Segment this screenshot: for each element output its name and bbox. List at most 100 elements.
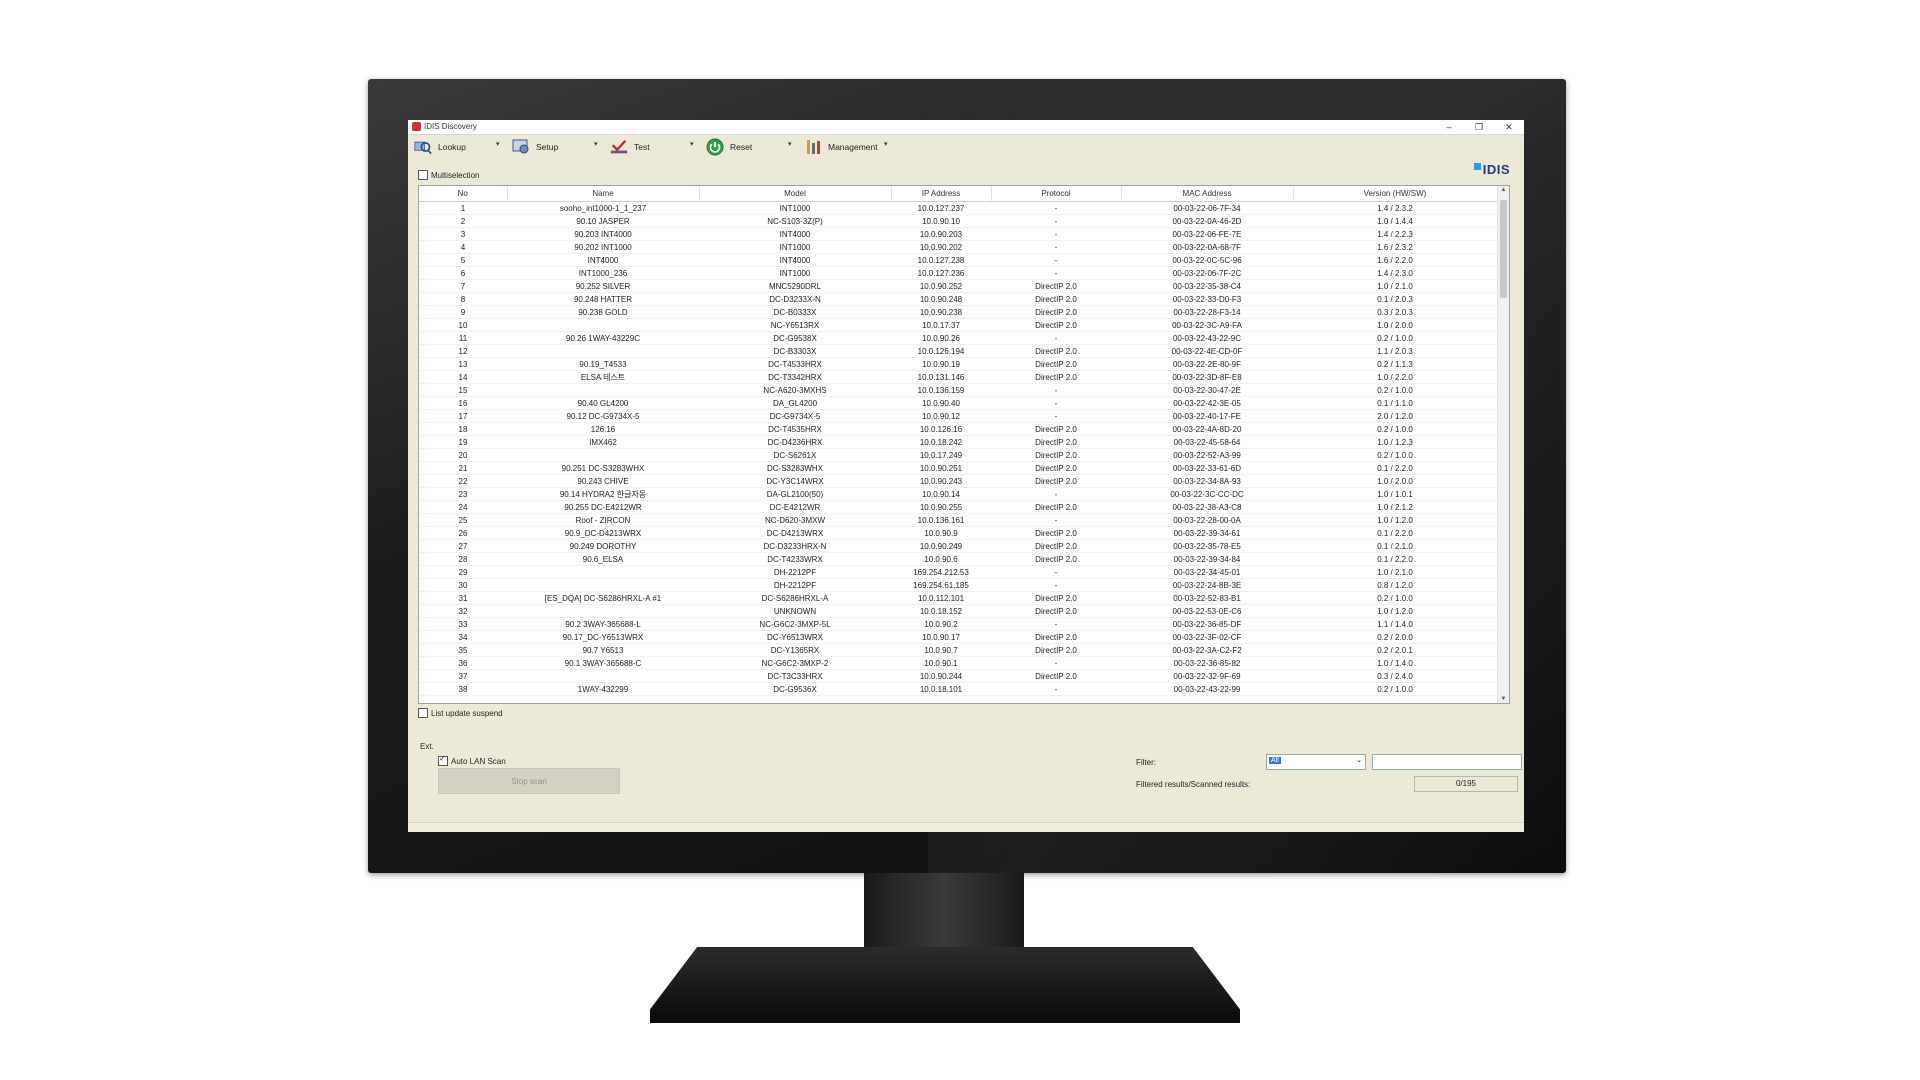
table-row[interactable]: 36 90.1 3WAY-365688-C NC-G6C2-3MXP-2 10.0.9… — [419, 656, 1497, 670]
cell-model: INT1000 — [699, 201, 891, 215]
table-row[interactable]: 12 DC-B3303X 10.0.126.194 DirectIP 2.0 00-03… — [419, 344, 1497, 358]
management-button[interactable]: Management — [804, 137, 878, 157]
table-row[interactable]: 32 UNKNOWN 10.0.18.152 DirectIP 2.0 00-03-22… — [419, 604, 1497, 618]
cell-name: 90.12 DC-G9734X-5 — [507, 409, 699, 423]
table-row[interactable]: 17 90.12 DC-G9734X-5 DC-G9734X-5 10.0.90.12… — [419, 409, 1497, 423]
management-dropdown-icon[interactable]: ▾ — [884, 140, 888, 148]
table-row[interactable]: 18 126.16 DC-T4535HRX 10.0.126.16 DirectIP 2… — [419, 422, 1497, 436]
table-row[interactable]: 14 ELSA 테스트 DC-T3342HRX 10.0.131.146 DirectI… — [419, 370, 1497, 384]
table-row[interactable]: 19 IMX462 DC-D4236HRX 10.0.18.242 DirectIP 2… — [419, 435, 1497, 449]
table-row[interactable]: 26 90.9_DC-D4213WRX DC-D4213WRX 10.0.90.9 Di… — [419, 526, 1497, 540]
cell-no: 15 — [419, 383, 507, 397]
column-header-protocol[interactable]: Protocol — [991, 186, 1122, 202]
table-row[interactable]: 29 DH-2212PF 169.254.212.53-00-03-22-34-45… — [419, 565, 1497, 579]
table-row[interactable]: 16 90.40 GL4200 DA_GL4200 10.0.90.40-00-03-… — [419, 396, 1497, 410]
column-header-model[interactable]: Model — [699, 186, 892, 202]
table-row[interactable]: 6 INT1000_236 INT1000 10.0.127.236-00-03-22… — [419, 266, 1497, 280]
setup-dropdown-icon[interactable]: ▾ — [594, 140, 598, 148]
table-row[interactable]: 31 [ES_DQA] DC-S6286HRXL-A #1 DC-S6286HRXL… — [419, 591, 1497, 605]
multiselection-checkbox[interactable]: Multiselection — [418, 170, 479, 180]
filter-text-input[interactable] — [1372, 754, 1522, 770]
cell-name — [507, 448, 699, 462]
table-row[interactable]: 3 90.203 INT4000 INT4000 10.0.90.203-00-03-… — [419, 227, 1497, 241]
scroll-down-icon[interactable]: ▼ — [1498, 696, 1509, 702]
table-row[interactable]: 13 90.19_T4533 DC-T4533HRX 10.0.90.19 Direct… — [419, 357, 1497, 371]
reset-dropdown-icon[interactable]: ▾ — [788, 140, 792, 148]
table-row[interactable]: 35 90.7 Y6513 DC-Y1365RX 10.0.90.7 DirectIP … — [419, 643, 1497, 657]
checkbox-box[interactable] — [438, 754, 448, 766]
table-row[interactable]: 28 90.6_ELSA DC-T4233WRX 10.0.90.6 DirectIP … — [419, 552, 1497, 566]
table-row[interactable]: 37 DC-T3C33HRX 10.0.90.244 DirectIP 2.0 00-0… — [419, 669, 1497, 683]
app-icon — [412, 122, 421, 131]
cell-name — [507, 604, 699, 618]
cell-no: 14 — [419, 370, 507, 384]
cell-protocol: DirectIP 2.0 — [991, 305, 1121, 319]
table-row[interactable]: 7 90.252 SILVER MNC5290DRL 10.0.90.252 Direc… — [419, 279, 1497, 293]
cell-mac-address: 00-03-22-35-38-C4 — [1121, 279, 1293, 293]
lookup-button[interactable]: Lookup — [414, 137, 466, 157]
test-dropdown-icon[interactable]: ▾ — [690, 140, 694, 148]
stop-scan-button[interactable]: Stop scan — [438, 768, 620, 794]
cell-version: 0.2 / 2.0.1 — [1293, 643, 1497, 657]
minimize-button[interactable]: – — [1434, 120, 1464, 134]
close-button[interactable]: ✕ — [1494, 120, 1524, 134]
list-update-suspend-checkbox[interactable]: List update suspend — [418, 708, 503, 718]
column-header-ip-address[interactable]: IP Address — [891, 186, 992, 202]
table-row[interactable]: 24 90.255 DC-E4212WR DC-E4212WR 10.0.90.255… — [419, 500, 1497, 514]
column-header-mac-address[interactable]: MAC Address — [1121, 186, 1294, 202]
table-row[interactable]: 9 90.238 GOLD DC-B0333X 10.0.90.238 DirectIP… — [419, 305, 1497, 319]
cell-mac-address: 00-03-22-39-34-84 — [1121, 552, 1293, 566]
restore-button[interactable]: ❐ — [1464, 120, 1494, 134]
table-row[interactable]: 20 DC-S6261X 10.0.17.249 DirectIP 2.0 00-03-… — [419, 448, 1497, 462]
table-row[interactable]: 5 INT4000 INT4000 10.0.127.238-00-03-22-0C-… — [419, 253, 1497, 267]
table-row[interactable]: 25 Roof - ZIRCON NC-D620-3MXW 10.0.136.161-… — [419, 513, 1497, 527]
checkbox-box[interactable] — [418, 708, 428, 718]
cell-name — [507, 669, 699, 683]
table-row[interactable]: 8 90.248 HATTER DC-D3233X-N 10.0.90.248 Dire… — [419, 292, 1497, 306]
cell-model: DC-S6286HRXL-A — [699, 591, 891, 605]
cell-ip-address: 10.0.90.7 — [891, 643, 991, 657]
cell-no: 34 — [419, 630, 507, 644]
setup-button[interactable]: Setup — [512, 137, 558, 157]
cell-model: DA_GL4200 — [699, 396, 891, 410]
auto-lan-scan-label: Auto LAN Scan — [451, 756, 506, 766]
table-row[interactable]: 15 NC-A620-3MXHS 10.0.136.159-00-03-22-30-… — [419, 383, 1497, 397]
cell-mac-address: 00-03-22-53-0E-C6 — [1121, 604, 1293, 618]
lookup-dropdown-icon[interactable]: ▾ — [496, 140, 500, 148]
scrollbar-thumb[interactable] — [1500, 200, 1507, 298]
table-row[interactable]: 34 90.17_DC-Y6513WRX DC-Y6513WRX 10.0.90.17… — [419, 630, 1497, 644]
scroll-up-icon[interactable]: ▲ — [1498, 187, 1509, 193]
cell-protocol: DirectIP 2.0 — [991, 461, 1121, 475]
table-row[interactable]: 4 90.202 INT1000 INT1000 10.0.90.202-00-03-… — [419, 240, 1497, 254]
filter-select[interactable]: All ⌄ — [1266, 754, 1366, 770]
reset-button[interactable]: Reset — [706, 137, 752, 157]
checkbox-box[interactable] — [418, 170, 428, 180]
auto-lan-scan-checkbox[interactable]: Auto LAN Scan — [438, 754, 506, 766]
cell-model: DC-Y6513WRX — [699, 630, 891, 644]
table-row[interactable]: 33 90.2 3WAY-365688-L NC-G6C2-3MXP-5L 10.0.… — [419, 617, 1497, 631]
table-row[interactable]: 21 90.251 DC-S3283WHX DC-S3283WHX 10.0.90.2… — [419, 461, 1497, 475]
cell-version: 0.3 / 2.0.3 — [1293, 305, 1497, 319]
table-row[interactable]: 11 90.26 1WAY-43229C DC-G9538X 10.0.90.26-0… — [419, 331, 1497, 345]
ext-label: Ext. — [420, 742, 434, 751]
table-row[interactable]: 10 NC-Y6513RX 10.0.17.37 DirectIP 2.0 00-03-… — [419, 318, 1497, 332]
column-header-name[interactable]: Name — [507, 186, 700, 202]
column-header-version[interactable]: Version (HW/SW) — [1293, 186, 1498, 202]
table-scrollbar[interactable]: ▲ ▼ — [1497, 186, 1509, 703]
table-row[interactable]: 1 sooho_int1000-1_1_237 INT1000 10.0.127.23… — [419, 201, 1497, 215]
chevron-down-icon[interactable]: ⌄ — [1356, 756, 1362, 764]
column-header-no[interactable]: No — [419, 186, 508, 202]
table-row[interactable]: 27 90.249 DOROTHY DC-D3233HRX-N 10.0.90.249… — [419, 539, 1497, 553]
cell-version: 0.1 / 2.2.0 — [1293, 526, 1497, 540]
table-row[interactable]: 23 90.14 HYDRA2 한글자동 DA-GL2100(50) 10.0.90.… — [419, 487, 1497, 501]
test-button[interactable]: Test — [610, 137, 650, 157]
cell-ip-address: 10.0.90.238 — [891, 305, 991, 319]
cell-name: 90.19_T4533 — [507, 357, 699, 371]
table-row[interactable]: 38 1WAY-432299 DC-G9536X 10.0.18.101-00-03-… — [419, 682, 1497, 696]
cell-mac-address: 00-03-22-24-8B-3E — [1121, 578, 1293, 592]
table-row[interactable]: 30 DH-2212PF 169.254.61.185-00-03-22-24-8B… — [419, 578, 1497, 592]
cell-name: 90.243 CHIVE — [507, 474, 699, 488]
table-row[interactable]: 22 90.243 CHIVE DC-Y3C14WRX 10.0.90.243 Dire… — [419, 474, 1497, 488]
table-row[interactable]: 2 90.10 JASPER NC-S103-3Z(P) 10.0.90.10-00-… — [419, 214, 1497, 228]
cell-model: DC-T4533HRX — [699, 357, 891, 371]
